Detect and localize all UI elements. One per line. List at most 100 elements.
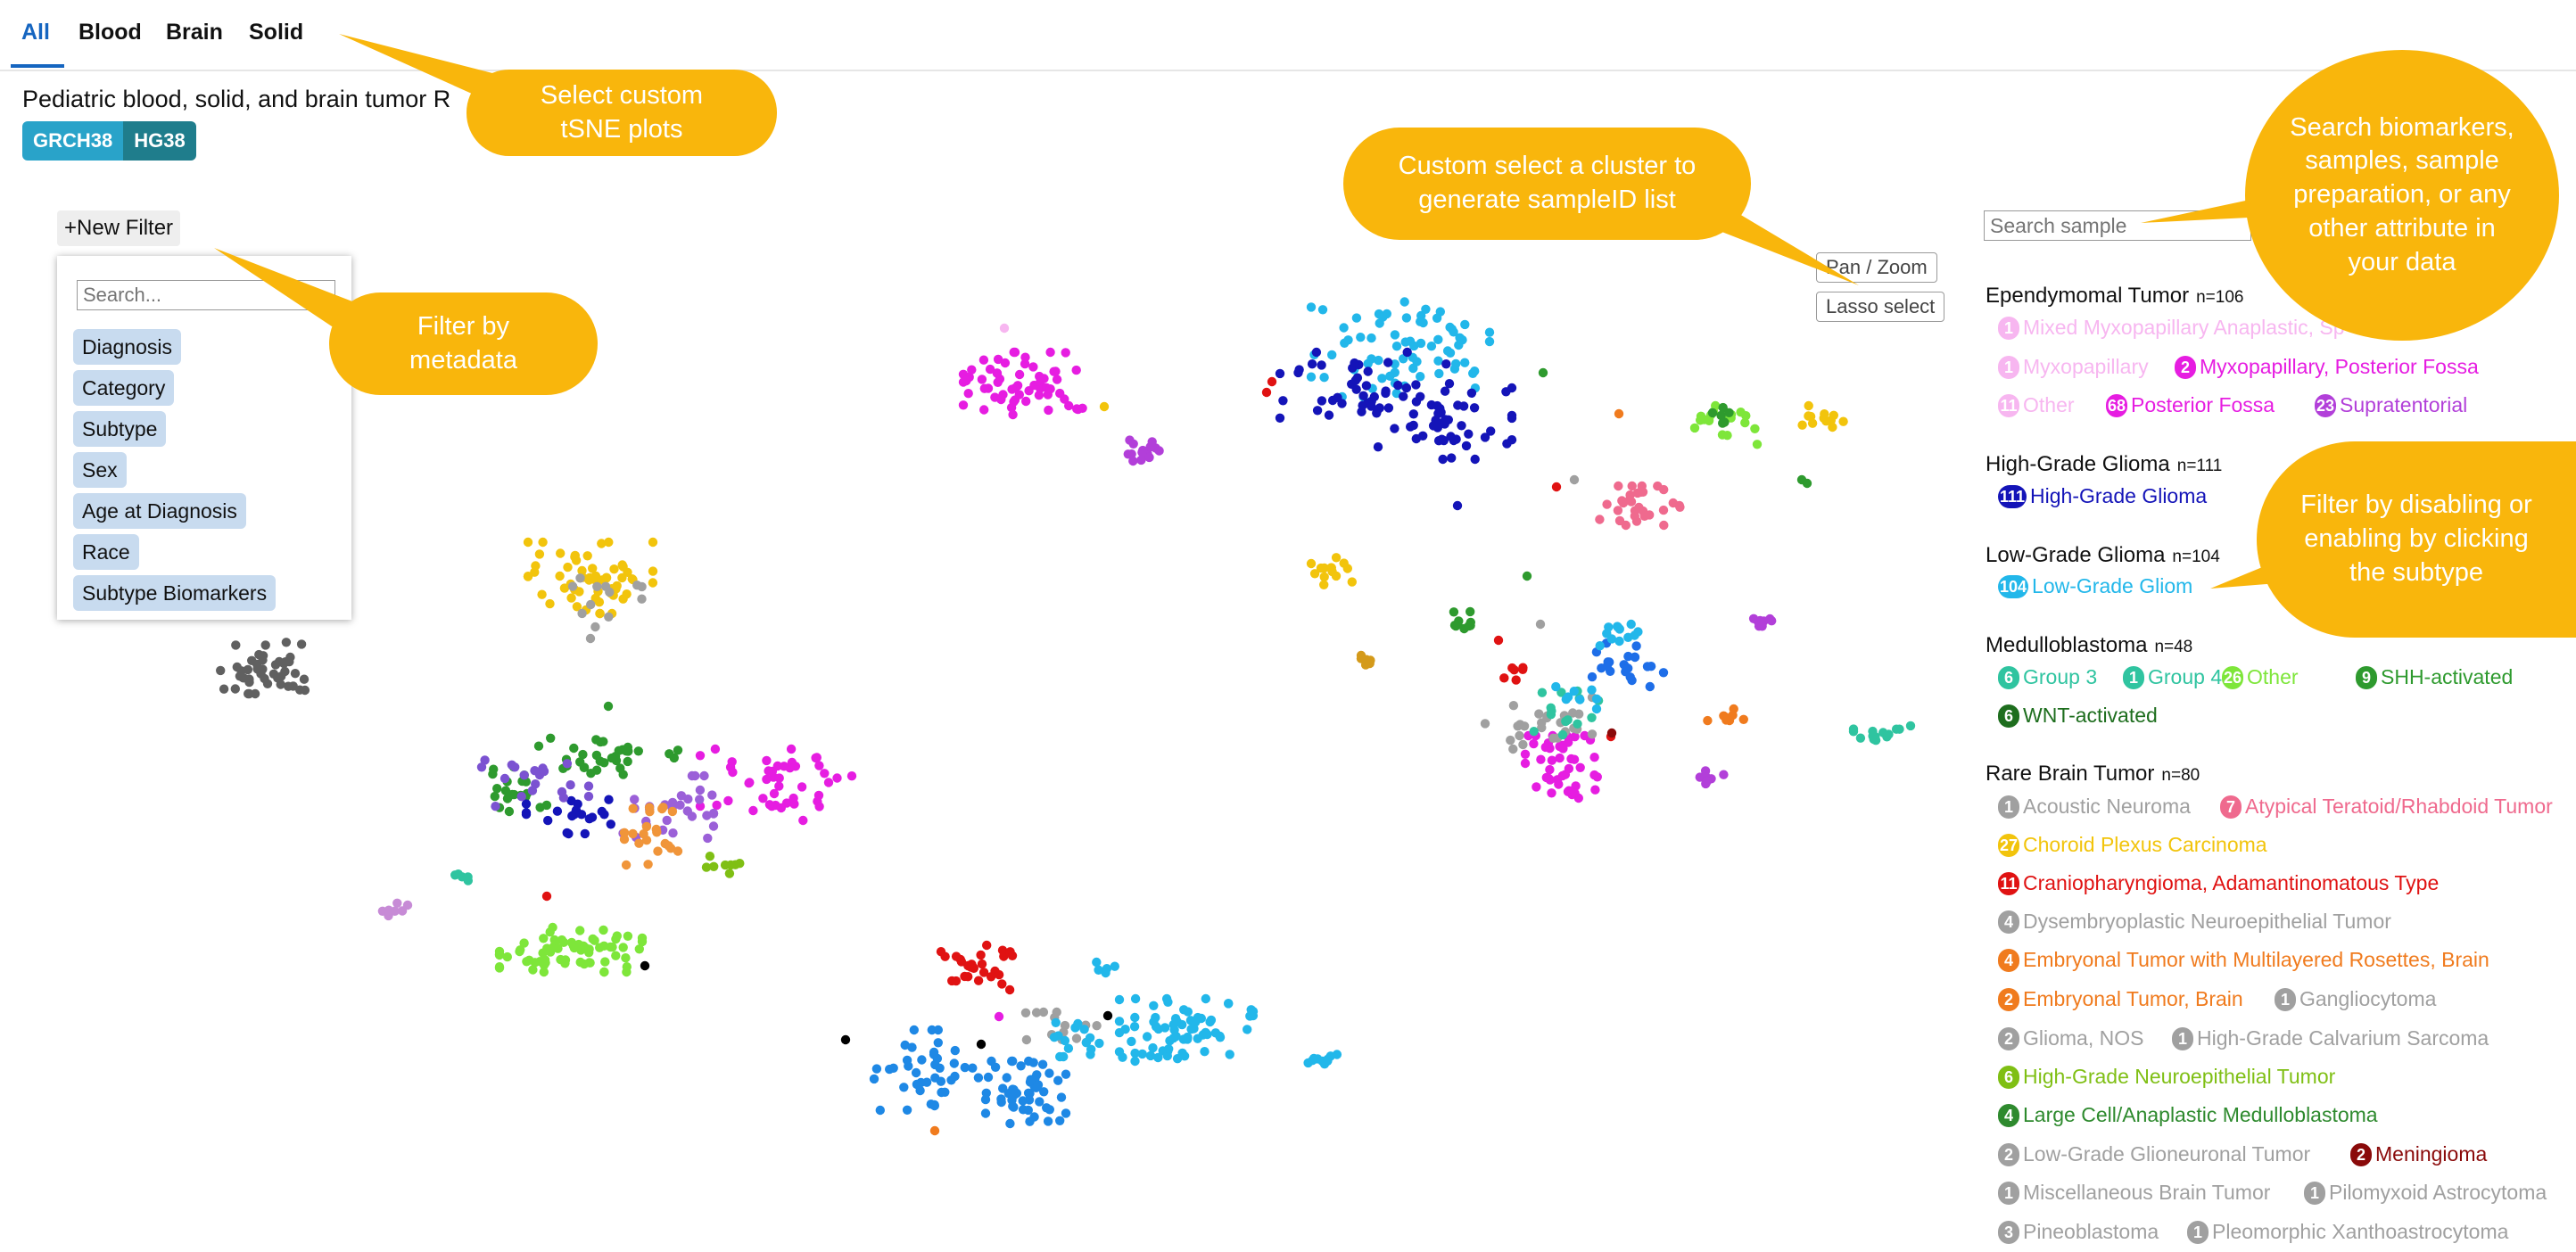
sample-point[interactable]: [1061, 348, 1070, 358]
sample-point[interactable]: [1343, 335, 1353, 345]
sample-point[interactable]: [622, 589, 632, 599]
sample-point[interactable]: [1245, 1011, 1255, 1021]
tab-brain[interactable]: Brain: [166, 20, 223, 45]
sample-point[interactable]: [566, 937, 577, 948]
sample-point[interactable]: [929, 1100, 940, 1111]
legend-subtype-item[interactable]: 1 Miscellaneous Brain Tumor: [1998, 1181, 2270, 1205]
sample-point[interactable]: [1434, 368, 1444, 379]
sample-point[interactable]: [1564, 763, 1574, 774]
sample-point[interactable]: [1820, 409, 1829, 419]
sample-point[interactable]: [1548, 733, 1558, 743]
sample-point[interactable]: [665, 749, 674, 759]
sample-point[interactable]: [1587, 685, 1597, 695]
sample-point[interactable]: [1511, 675, 1521, 685]
sample-point[interactable]: [523, 572, 533, 581]
sample-point[interactable]: [1045, 347, 1055, 358]
sample-point[interactable]: [1278, 396, 1288, 406]
sample-point[interactable]: [1179, 1005, 1189, 1015]
sample-point[interactable]: [1433, 334, 1443, 344]
sample-point[interactable]: [569, 743, 579, 754]
sample-point[interactable]: [1319, 572, 1329, 582]
sample-point[interactable]: [1838, 416, 1848, 426]
sample-point[interactable]: [1587, 712, 1597, 722]
sample-point[interactable]: [950, 1045, 961, 1056]
sample-point[interactable]: [1390, 424, 1399, 433]
sample-point[interactable]: [1638, 506, 1648, 516]
sample-point[interactable]: [1114, 1047, 1125, 1057]
sample-point[interactable]: [1590, 785, 1600, 795]
sample-point[interactable]: [640, 960, 650, 971]
sample-point[interactable]: [258, 651, 268, 661]
sample-point[interactable]: [1317, 360, 1326, 370]
sample-point[interactable]: [869, 1074, 879, 1084]
sample-point[interactable]: [1009, 397, 1019, 407]
sample-point[interactable]: [1020, 1008, 1031, 1018]
sample-point[interactable]: [1696, 416, 1705, 425]
filter-search-input[interactable]: [77, 280, 335, 310]
sample-point[interactable]: [1614, 481, 1623, 491]
sample-point[interactable]: [508, 789, 517, 800]
legend-subtype-item[interactable]: 2 Embryonal Tumor, Brain: [1998, 987, 2243, 1011]
sample-point[interactable]: [634, 838, 644, 848]
sample-point[interactable]: [1366, 333, 1376, 343]
sample-point[interactable]: [504, 806, 515, 817]
sample-point[interactable]: [958, 400, 969, 410]
sample-point[interactable]: [1595, 515, 1605, 524]
sample-point[interactable]: [820, 769, 830, 778]
sample-point[interactable]: [1645, 681, 1655, 692]
sample-point[interactable]: [1878, 728, 1888, 737]
sample-point[interactable]: [1225, 1050, 1234, 1059]
sample-point[interactable]: [566, 780, 575, 790]
sample-point[interactable]: [1460, 319, 1470, 330]
sample-point[interactable]: [1363, 367, 1373, 376]
sample-point[interactable]: [1537, 688, 1548, 697]
sample-point[interactable]: [634, 944, 644, 954]
sample-point[interactable]: [516, 792, 526, 802]
sample-point[interactable]: [648, 566, 658, 576]
sample-point[interactable]: [533, 741, 544, 751]
sample-point[interactable]: [1063, 1043, 1074, 1053]
sample-point[interactable]: [1507, 663, 1517, 673]
sample-point[interactable]: [1099, 401, 1110, 412]
sample-point[interactable]: [723, 795, 733, 806]
sample-point[interactable]: [1466, 388, 1477, 398]
sample-point[interactable]: [1587, 671, 1598, 682]
sample-point[interactable]: [1007, 1056, 1017, 1067]
sample-point[interactable]: [623, 931, 633, 942]
sample-point[interactable]: [556, 548, 566, 558]
filter-option-race[interactable]: Race: [73, 534, 139, 570]
legend-subtype-item[interactable]: 6 Group 3: [1998, 665, 2097, 689]
legend-subtype-item[interactable]: 11 Other: [1998, 393, 2075, 417]
sample-point[interactable]: [1535, 619, 1546, 630]
sample-point[interactable]: [607, 753, 617, 763]
sample-point[interactable]: [1193, 1034, 1202, 1043]
sample-point[interactable]: [695, 795, 705, 804]
sample-point[interactable]: [1021, 1034, 1032, 1045]
sample-point[interactable]: [1446, 432, 1456, 441]
sample-point[interactable]: [1529, 727, 1539, 737]
sample-point[interactable]: [1658, 505, 1669, 515]
sample-point[interactable]: [1804, 411, 1813, 421]
sample-point[interactable]: [1014, 369, 1025, 380]
sample-point[interactable]: [1275, 413, 1285, 423]
sample-point[interactable]: [1312, 406, 1323, 416]
sample-point[interactable]: [235, 671, 245, 681]
sample-point[interactable]: [1025, 1116, 1035, 1126]
sample-point[interactable]: [1464, 621, 1474, 631]
sample-point[interactable]: [1573, 719, 1582, 729]
sample-point[interactable]: [1007, 1095, 1017, 1106]
sample-point[interactable]: [1327, 395, 1338, 406]
filter-option-sex[interactable]: Sex: [73, 452, 127, 488]
sample-point[interactable]: [1102, 964, 1112, 974]
sample-point[interactable]: [1357, 407, 1366, 416]
sample-point[interactable]: [582, 551, 592, 561]
sample-point[interactable]: [1518, 739, 1528, 750]
sample-point[interactable]: [552, 806, 563, 816]
sample-point[interactable]: [1703, 715, 1713, 726]
sample-point[interactable]: [992, 368, 1003, 378]
sample-point[interactable]: [530, 766, 540, 776]
sample-point[interactable]: [1569, 474, 1580, 485]
sample-point[interactable]: [618, 943, 628, 952]
sample-point[interactable]: [1275, 368, 1285, 379]
sample-point[interactable]: [937, 1087, 946, 1098]
